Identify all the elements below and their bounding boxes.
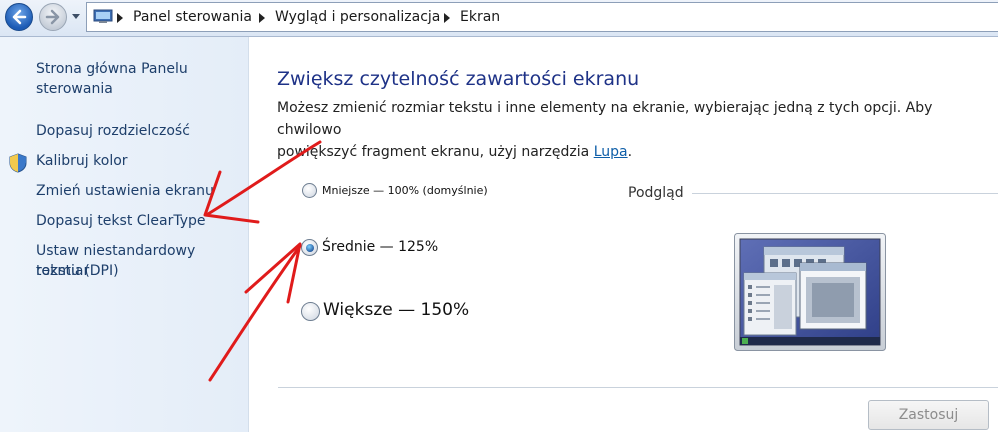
annotation-arrowhead-lower — [244, 242, 302, 304]
annotation-arrows — [203, 140, 322, 382]
annotation-arrowhead-upper — [203, 170, 260, 224]
annotation-arrow-upper — [206, 140, 322, 216]
annotation-arrow-lower — [208, 244, 302, 382]
